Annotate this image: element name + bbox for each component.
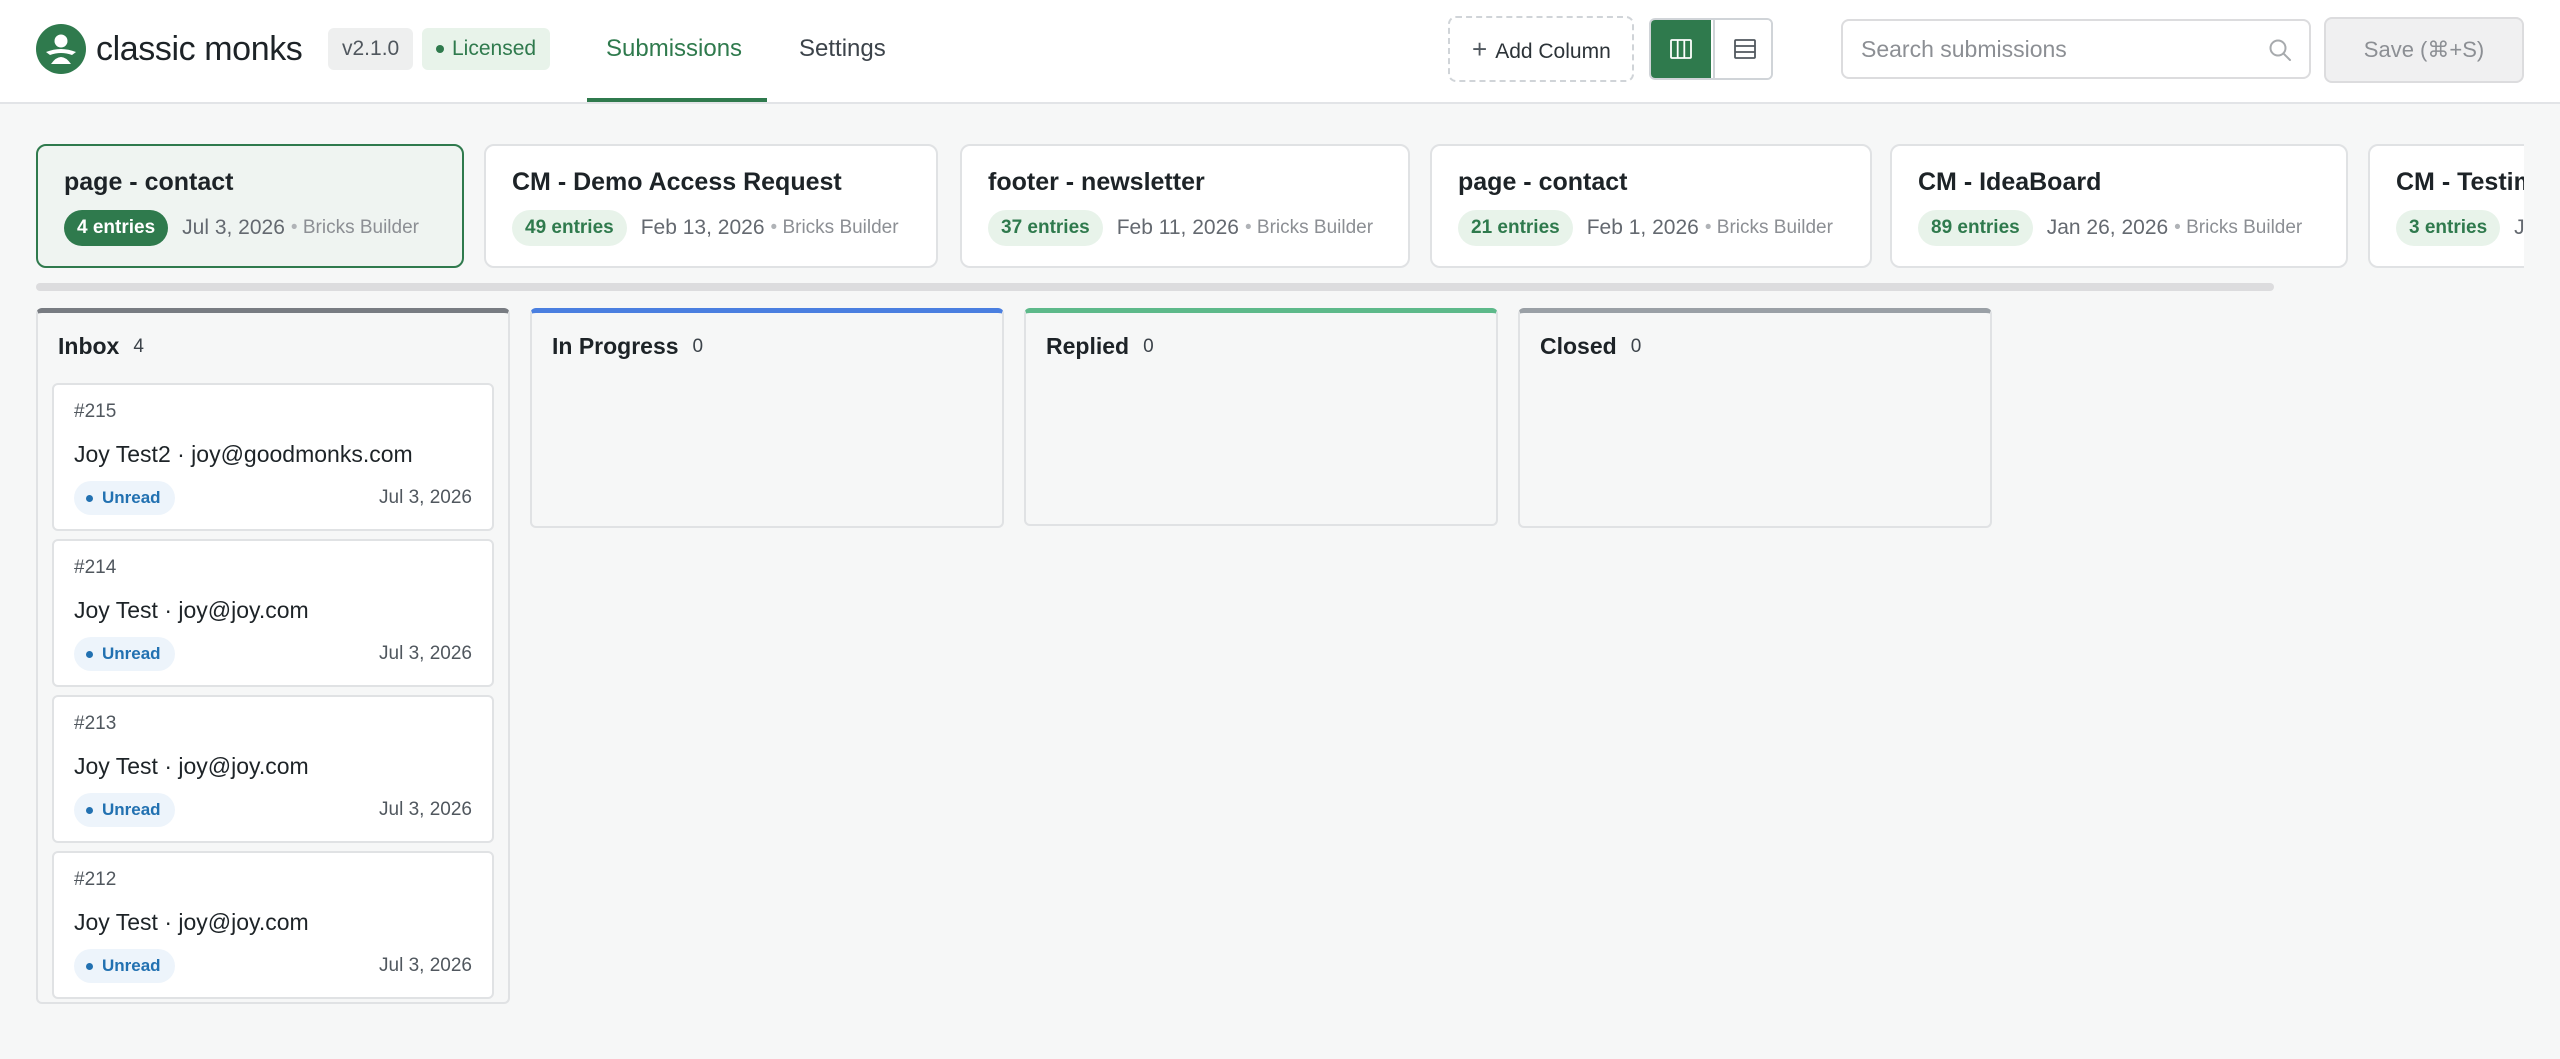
license-badge: Licensed [422, 28, 551, 70]
submission-id: #214 [74, 557, 117, 578]
form-title: CM - Demo Access Request [512, 168, 842, 196]
columns-icon [1670, 39, 1692, 59]
form-meta: 49 entries Feb 13, 2026 Bricks Builder [512, 210, 899, 248]
submission-date: Jul 3, 2026 [379, 955, 472, 976]
form-builder: Bricks Builder [1245, 217, 1373, 239]
add-column-button[interactable]: + Add Column [1448, 16, 1634, 82]
form-builder: Bricks Builder [771, 217, 898, 239]
submission-sender: Joy Test · joy@joy.com [74, 753, 309, 779]
form-card[interactable]: page - contact 4 entries Jul 3, 2026 Brick… [36, 144, 464, 268]
column-count: 0 [692, 335, 704, 357]
form-meta: 89 entries Jan 26, 2026Bricks Builder [1918, 210, 2302, 248]
column-header: Inbox 4 [58, 333, 144, 365]
form-title: footer - newsletter [988, 168, 1205, 196]
column-header: Replied 0 [1046, 333, 1154, 365]
board-view-button[interactable] [1651, 20, 1711, 78]
column-closed: Closed 0 [1518, 308, 1992, 528]
column-inbox: Inbox 4 #215 Joy Test2 · joy@goodmonks.co… [36, 308, 510, 1004]
status-badge: Unread [74, 637, 175, 671]
form-date: Jan 26, 2026 [2046, 216, 2169, 239]
entries-badge: 3 entries [2396, 210, 2501, 246]
submission-card[interactable]: #215 Joy Test2 · joy@goodmonks.com Unrea… [52, 383, 494, 531]
column-header: Closed 0 [1540, 333, 1641, 365]
column-title: In Progress [552, 333, 679, 359]
submission-sender: Joy Test · joy@joy.com [74, 909, 309, 935]
logo-icon [36, 24, 86, 74]
entries-badge: 49 entries [512, 210, 627, 246]
submission-card[interactable]: #214 Joy Test · joy@joy.com Unread Jul 3… [52, 539, 494, 687]
submission-card[interactable]: #213 Joy Test · joy@joy.com Unread Jul 3… [52, 695, 494, 843]
submission-id: #212 [74, 869, 117, 890]
entries-badge: 37 entries [988, 210, 1103, 246]
status-badge: Unread [74, 793, 175, 827]
submission-date: Jul 3, 2026 [379, 487, 472, 508]
list-view-button[interactable] [1713, 20, 1771, 78]
column-replied: Replied 0 [1024, 308, 1498, 526]
form-date: J [2514, 216, 2524, 239]
form-title: page - contact [1458, 168, 1628, 196]
horizontal-scrollbar[interactable] [36, 283, 2274, 291]
form-card[interactable]: CM - IdeaBoard 89 entries Jan 26, 2026Bri… [1890, 144, 2348, 268]
active-tab-indicator [587, 98, 767, 102]
add-column-label: Add Column [1495, 40, 1611, 63]
column-title: Replied [1046, 333, 1130, 359]
form-card[interactable]: CM - Testim 3 entries J [2368, 144, 2524, 268]
submission-date: Jul 3, 2026 [379, 799, 472, 820]
entries-badge: 21 entries [1458, 210, 1573, 246]
form-meta: 3 entries J [2396, 210, 2524, 248]
list-icon [1734, 39, 1756, 59]
search-input[interactable] [1861, 31, 2261, 67]
form-date: Feb 1, 2026 [1586, 216, 1699, 239]
plus-icon: + [1472, 34, 1488, 64]
status-badge: Unread [74, 481, 175, 515]
form-card[interactable]: page - contact 21 entries Feb 1, 2026 Bric… [1430, 144, 1872, 268]
version-badge: v2.1.0 [328, 28, 414, 70]
submission-sender: Joy Test2 · joy@goodmonks.com [74, 441, 413, 467]
brand-name: classic monks [96, 30, 303, 68]
form-builder: Bricks Builder [2174, 217, 2302, 239]
column-header: In Progress 0 [552, 333, 703, 365]
form-meta: 4 entries Jul 3, 2026 Bricks Builder [64, 210, 419, 248]
submission-card[interactable]: #212 Joy Test · joy@joy.com Unread Jul 3… [52, 851, 494, 999]
form-date: Feb 11, 2026 [1116, 216, 1239, 239]
form-date: Feb 13, 2026 [640, 216, 765, 239]
form-card[interactable]: footer - newsletter 37 entries Feb 11, 20… [960, 144, 1410, 268]
save-button[interactable]: Save (⌘+S) [2324, 17, 2524, 83]
submission-sender: Joy Test · joy@joy.com [74, 597, 309, 623]
view-toggle [1649, 18, 1773, 80]
tab-settings[interactable]: Settings [799, 26, 886, 104]
form-card[interactable]: CM - Demo Access Request 49 entries Feb 1… [484, 144, 938, 268]
form-meta: 37 entries Feb 11, 2026 Bricks Builder [988, 210, 1373, 248]
submission-id: #213 [74, 713, 117, 734]
submission-id: #215 [74, 401, 117, 422]
column-title: Inbox [58, 333, 120, 359]
form-title: page - contact [64, 168, 234, 196]
form-builder: Bricks Builder [1705, 217, 1833, 239]
form-meta: 21 entries Feb 1, 2026 Bricks Builder [1458, 210, 1833, 248]
entries-badge: 89 entries [1918, 210, 2033, 246]
form-title: CM - Testim [2396, 168, 2524, 196]
column-count: 0 [1143, 335, 1154, 357]
column-in-progress: In Progress 0 [530, 308, 1004, 528]
top-bar: classic monks v2.1.0 Licensed Submission… [0, 0, 2560, 104]
entries-badge: 4 entries [64, 210, 169, 246]
search-icon[interactable] [2267, 37, 2293, 63]
form-title: CM - IdeaBoard [1918, 168, 2102, 196]
column-count: 4 [133, 335, 144, 357]
submission-date: Jul 3, 2026 [379, 643, 472, 664]
column-title: Closed [1540, 333, 1617, 359]
form-date: Jul 3, 2026 [182, 216, 285, 239]
form-builder: Bricks Builder [291, 217, 419, 239]
form-selector: page - contact 4 entries Jul 3, 2026 Brick… [36, 144, 2524, 270]
tab-submissions[interactable]: Submissions [606, 26, 742, 104]
status-badge: Unread [74, 949, 175, 983]
search-box [1841, 19, 2311, 79]
column-count: 0 [1630, 335, 1642, 357]
